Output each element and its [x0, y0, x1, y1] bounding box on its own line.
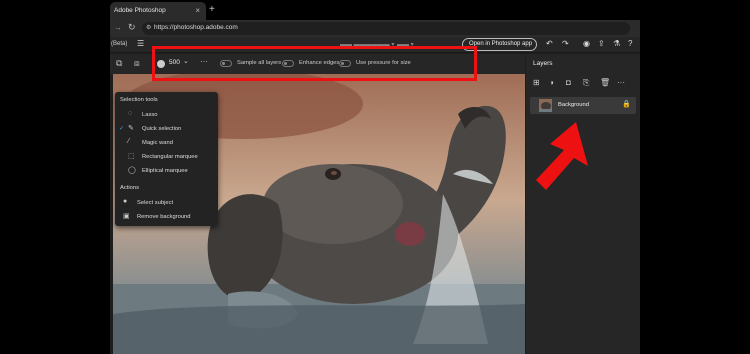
tool-magic-wand-label: Magic wand: [142, 140, 173, 146]
subtract-selection-icon[interactable]: ⧈: [134, 58, 140, 69]
highlight-box: [152, 46, 477, 81]
beaker-icon[interactable]: ⚗: [613, 39, 620, 48]
more-options-icon[interactable]: ···: [617, 78, 625, 87]
tool-quick-selection[interactable]: ✓ ✎ Quick selection: [115, 123, 218, 136]
tab-strip: Adobe Photoshop × +: [110, 0, 640, 20]
address-bar: → ↻ ⚙ https://photoshop.adobe.com: [110, 20, 640, 37]
redo-icon[interactable]: ↷: [562, 39, 569, 48]
ellipse-marquee-icon: ◯: [128, 167, 136, 174]
image-icon: ▣: [123, 213, 130, 220]
action-select-subject-label: Select subject: [137, 200, 174, 206]
menu-icon[interactable]: ☰: [137, 39, 144, 48]
add-layer-icon[interactable]: ⊞: [533, 78, 540, 87]
check-icon: ✓: [119, 126, 125, 132]
url-text: https://photoshop.adobe.com: [154, 24, 238, 31]
selection-tools-flyout: Selection tools ◌ Lasso ✓ ✎ Quick select…: [115, 92, 218, 226]
url-field[interactable]: ⚙ https://photoshop.adobe.com: [142, 22, 630, 35]
rectangle-marquee-icon: ⬚: [128, 153, 135, 160]
annotation-arrow: [536, 122, 588, 190]
tool-lasso[interactable]: ◌ Lasso: [115, 109, 218, 122]
add-selection-icon[interactable]: ⧉: [116, 58, 122, 69]
forward-icon[interactable]: →: [114, 23, 122, 32]
layer-thumbnail: [539, 99, 552, 112]
layer-row-background[interactable]: Background 🔒: [530, 97, 636, 114]
share-icon[interactable]: ⇪: [598, 39, 605, 48]
tab-title: Adobe Photoshop: [114, 7, 166, 14]
new-tab-button[interactable]: +: [209, 4, 215, 15]
site-info-icon[interactable]: ⚙: [146, 24, 151, 31]
lock-icon[interactable]: 🔒: [622, 100, 631, 108]
browser-tab[interactable]: Adobe Photoshop ×: [110, 2, 206, 20]
tool-quick-selection-label: Quick selection: [142, 126, 182, 132]
undo-icon[interactable]: ↶: [546, 39, 553, 48]
tool-lasso-label: Lasso: [142, 112, 158, 118]
close-icon[interactable]: ×: [195, 6, 200, 15]
layers-panel: Layers ⊞ ◑ ◘ ⎘ 🗑 ··· Background 🔒: [526, 54, 640, 354]
quick-selection-icon: ✎: [128, 125, 134, 132]
actions-heading: Actions: [120, 185, 140, 191]
mask-icon[interactable]: ◘: [566, 78, 571, 87]
invite-icon[interactable]: ◉: [583, 39, 590, 48]
delete-layer-icon[interactable]: 🗑: [600, 78, 610, 87]
tool-rectangular-marquee[interactable]: ⬚ Rectangular marquee: [115, 151, 218, 164]
action-remove-background[interactable]: ▣ Remove background: [115, 211, 218, 224]
tool-magic-wand[interactable]: ⁄ Magic wand: [115, 137, 218, 150]
tool-rectangular-marquee-label: Rectangular marquee: [142, 154, 198, 160]
person-icon: ●: [123, 198, 128, 205]
clip-icon[interactable]: ⎘: [583, 78, 589, 88]
beta-label: (Beta): [111, 41, 128, 47]
reload-icon[interactable]: ↻: [128, 22, 136, 33]
layers-panel-title: Layers: [533, 60, 553, 67]
tool-elliptical-marquee[interactable]: ◯ Elliptical marquee: [115, 165, 218, 178]
layer-name: Background: [558, 102, 589, 108]
tool-elliptical-marquee-label: Elliptical marquee: [142, 168, 188, 174]
action-remove-background-label: Remove background: [137, 214, 191, 220]
adjustment-layer-icon[interactable]: ◑: [549, 78, 554, 87]
lasso-icon: ◌: [128, 110, 133, 117]
selection-tools-heading: Selection tools: [120, 97, 158, 103]
magic-wand-icon: ⁄: [128, 138, 130, 145]
action-select-subject[interactable]: ● Select subject: [115, 197, 218, 210]
help-icon[interactable]: ?: [628, 39, 632, 48]
